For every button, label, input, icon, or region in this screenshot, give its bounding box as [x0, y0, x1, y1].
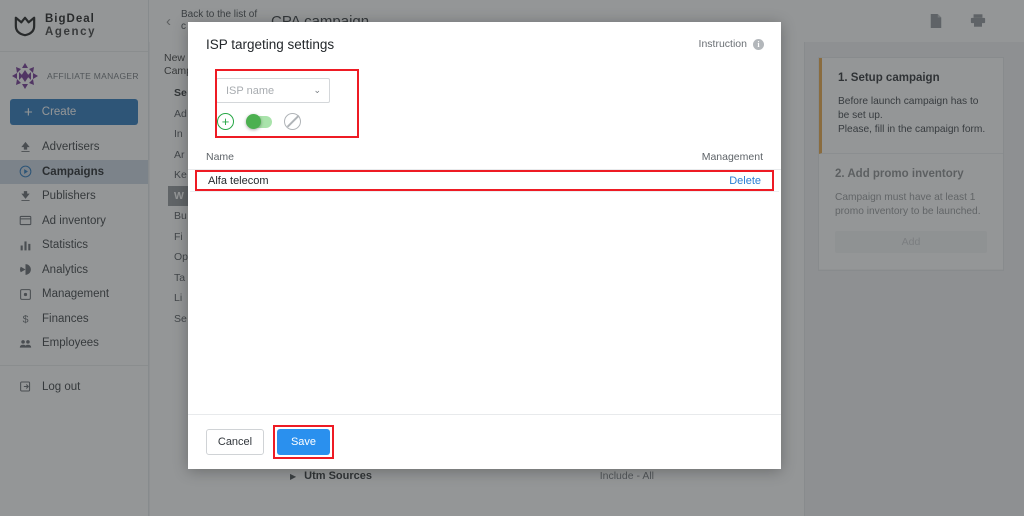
isp-picker-group: ISP name ⌄ + — [206, 69, 359, 140]
screen: BigDeal Agency — [0, 0, 1024, 516]
info-icon: i — [753, 38, 764, 50]
cancel-button[interactable]: Cancel — [206, 429, 264, 455]
modal-footer: Cancel Save — [188, 414, 781, 469]
table-row: Alfa telecom Delete — [190, 170, 779, 191]
row-divider — [190, 191, 779, 192]
add-icon[interactable]: + — [217, 113, 234, 130]
toggle-knob — [246, 113, 261, 129]
modal-body-spacer — [188, 192, 781, 414]
column-header-management: Management — [701, 150, 763, 163]
chevron-down-icon: ⌄ — [313, 85, 321, 95]
isp-name-select[interactable]: ISP name ⌄ — [216, 78, 330, 103]
isp-table-body: Alfa telecom Delete — [188, 170, 781, 192]
modal-title: ISP targeting settings — [206, 36, 335, 52]
column-header-name: Name — [206, 150, 235, 163]
isp-mode-controls: + — [216, 113, 340, 130]
save-button-group: Save — [273, 425, 334, 459]
isp-targeting-modal: ISP targeting settings Instruction i ISP… — [188, 22, 781, 469]
isp-table-header: Name Management — [188, 144, 781, 170]
instruction-link[interactable]: Instruction i — [699, 38, 764, 50]
save-button[interactable]: Save — [277, 429, 330, 455]
exclude-icon[interactable] — [284, 113, 301, 130]
instruction-label: Instruction — [698, 38, 747, 50]
isp-name-placeholder: ISP name — [226, 84, 275, 97]
isp-row-delete-link[interactable]: Delete — [729, 175, 761, 187]
isp-row-name: Alfa telecom — [208, 174, 269, 187]
include-toggle[interactable] — [246, 113, 272, 129]
modal-header: ISP targeting settings Instruction i — [188, 22, 781, 66]
